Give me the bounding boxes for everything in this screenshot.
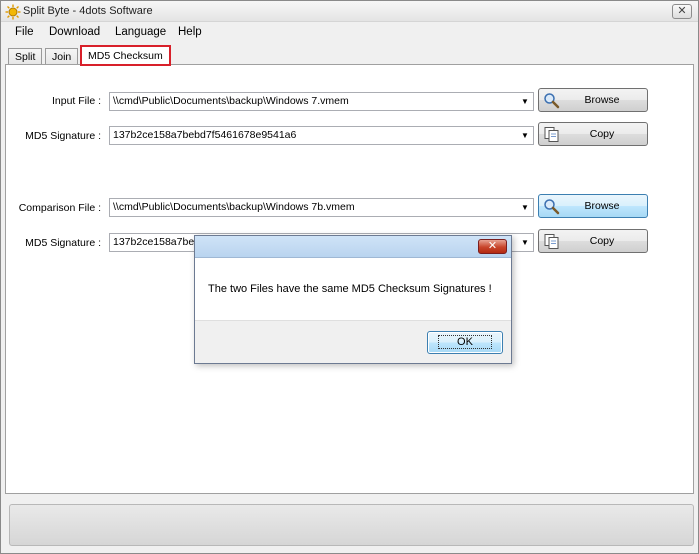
window-title: Split Byte - 4dots Software <box>23 5 153 17</box>
comparison-file-combo[interactable]: \\cmd\Public\Documents\backup\Windows 7b… <box>109 198 534 217</box>
dialog-close-button[interactable]: ✕ <box>478 239 507 254</box>
menu-download[interactable]: Download <box>49 26 100 38</box>
app-logo-icon <box>5 4 21 20</box>
tab-split[interactable]: Split <box>8 48 43 65</box>
window-close-button[interactable]: ✕ <box>672 4 692 19</box>
md5-signature-value-1: 137b2ce158a7bebd7f5461678e9541a6 <box>113 129 297 141</box>
chevron-down-icon[interactable]: ▼ <box>517 234 533 251</box>
input-file-combo[interactable]: \\cmd\Public\Documents\backup\Windows 7.… <box>109 92 534 111</box>
tab-join[interactable]: Join <box>45 48 79 65</box>
input-browse-button[interactable]: Browse <box>538 88 648 112</box>
dialog-footer: OK <box>195 320 511 363</box>
chevron-down-icon[interactable]: ▼ <box>517 199 533 216</box>
ok-label: OK <box>438 335 492 349</box>
copy-label-1: Copy <box>589 128 615 140</box>
menu-bar: File Download Language Help <box>1 22 698 43</box>
menu-help[interactable]: Help <box>178 26 202 38</box>
md5-signature-label-1: MD5 Signature : <box>25 130 101 142</box>
chevron-down-icon[interactable]: ▼ <box>517 127 533 144</box>
md5-signature-combo-1[interactable]: 137b2ce158a7bebd7f5461678e9541a6 ▼ <box>109 126 534 145</box>
copy-label-2: Copy <box>589 235 615 247</box>
menu-file[interactable]: File <box>15 26 34 38</box>
chevron-down-icon[interactable]: ▼ <box>517 93 533 110</box>
input-file-label: Input File : <box>51 95 101 107</box>
tab-strip: Split Join MD5 Checksum <box>5 45 685 66</box>
input-file-value: \\cmd\Public\Documents\backup\Windows 7.… <box>113 95 349 107</box>
app-window: Split Byte - 4dots Software ✕ File Downl… <box>0 0 699 554</box>
md5-signature-label-2: MD5 Signature : <box>25 237 101 249</box>
input-browse-label: Browse <box>584 94 620 106</box>
status-bar <box>9 504 694 546</box>
dialog-message: The two Files have the same MD5 Checksum… <box>208 283 492 295</box>
comparison-browse-label: Browse <box>584 200 620 212</box>
close-icon: ✕ <box>677 5 687 17</box>
comparison-file-value: \\cmd\Public\Documents\backup\Windows 7b… <box>113 201 355 213</box>
close-icon: ✕ <box>487 240 498 252</box>
ok-button[interactable]: OK <box>427 331 503 354</box>
copy-button-2[interactable]: Copy <box>538 229 648 253</box>
tab-md5-checksum[interactable]: MD5 Checksum <box>80 45 171 66</box>
menu-language[interactable]: Language <box>115 26 166 38</box>
copy-button-1[interactable]: Copy <box>538 122 648 146</box>
comparison-file-label: Comparison File : <box>18 202 101 214</box>
comparison-browse-button[interactable]: Browse <box>538 194 648 218</box>
message-dialog: ✕ The two Files have the same MD5 Checks… <box>194 235 512 364</box>
title-bar: Split Byte - 4dots Software ✕ <box>1 1 698 22</box>
dialog-title-bar[interactable]: ✕ <box>195 236 511 258</box>
md5-signature-value-2: 137b2ce158a7bebd <box>113 236 206 248</box>
